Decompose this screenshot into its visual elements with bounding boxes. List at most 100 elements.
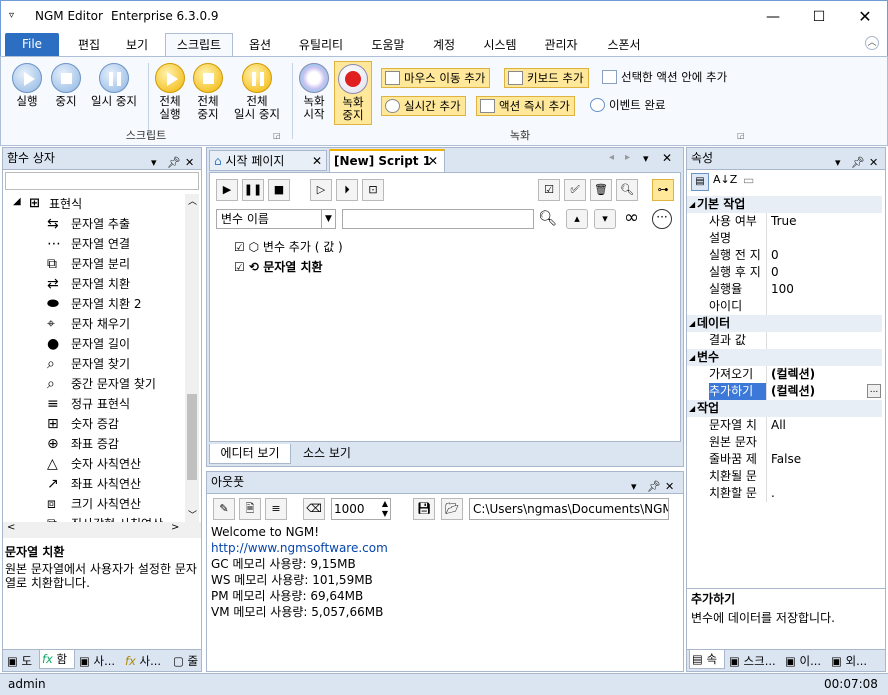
property-value[interactable]: All (771, 417, 786, 434)
eraser-icon[interactable]: ⌫ (303, 498, 325, 520)
scroll-left-icon[interactable]: < (7, 522, 15, 533)
dropdown-icon[interactable]: ▾ (835, 152, 841, 173)
property-row[interactable]: 사용 여부 True (687, 213, 882, 230)
property-value[interactable]: . (771, 485, 775, 502)
step-icon[interactable]: ▷ (310, 179, 332, 201)
stepper-arrows-icon[interactable]: ▲ ▼ (382, 499, 388, 519)
property-row[interactable]: 치환될 문 (687, 468, 882, 485)
tab-sponsor[interactable]: 스폰서 (597, 34, 651, 56)
record-stop-button[interactable]: 녹화 중지 (334, 61, 372, 125)
tab-help[interactable]: 도움말 (361, 34, 415, 56)
move-up-icon[interactable]: ▴ (566, 209, 588, 229)
property-row[interactable]: 원본 문자 (687, 434, 882, 451)
prev-tab-icon[interactable]: ◂ (609, 152, 614, 163)
property-pages-icon[interactable]: ▭ (743, 173, 754, 187)
stop-button[interactable]: 중지 (47, 63, 85, 108)
property-value[interactable]: 100 (771, 281, 794, 298)
website-link[interactable]: http://www.ngmsoftware.com (211, 541, 388, 555)
keyboard-add-button[interactable]: 키보드 추가 (504, 68, 589, 88)
property-value[interactable]: False (771, 451, 801, 468)
step-into-icon[interactable]: ⏵ (336, 179, 358, 201)
dialog-launcher-icon[interactable]: ◲ (737, 131, 745, 140)
checkbox-icon[interactable]: ☑ (234, 260, 245, 274)
tab-utility[interactable]: 유틸리티 (289, 34, 353, 56)
tab-script-1[interactable]: [New] Script 1 ✕ (329, 149, 445, 172)
tab-start-page[interactable]: ⌂ 시작 페이지 ✕ (209, 150, 327, 171)
pause-all-button[interactable]: 전체 일시 중지 (227, 63, 287, 121)
property-row[interactable]: 결과 값 (687, 332, 882, 349)
pin-icon[interactable]: 📌︎ (167, 152, 181, 173)
line-count-stepper[interactable]: 1000 ▲ ▼ (331, 498, 391, 520)
property-row[interactable]: 가져오기 (컬렉션) (687, 366, 882, 383)
left-tab-0[interactable]: ▣ 도 (5, 652, 37, 671)
right-tab-2[interactable]: ▣ 이... (783, 652, 827, 671)
mouse-move-add-button[interactable]: 마우스 이동 추가 (381, 68, 491, 88)
variable-search-input[interactable] (342, 209, 534, 229)
editor-view-tab[interactable]: 에디터 보기 (209, 444, 291, 464)
move-down-icon[interactable]: ▾ (594, 209, 616, 229)
property-value[interactable]: (컬렉션) (771, 383, 815, 400)
scroll-right-icon[interactable]: > (171, 522, 179, 533)
property-row[interactable]: 문자열 치 All (687, 417, 882, 434)
file-tab[interactable]: File (5, 33, 59, 56)
ellipsis-button[interactable]: ... (867, 384, 881, 398)
tab-script[interactable]: 스크립트 (165, 33, 233, 57)
property-value[interactable]: True (771, 213, 797, 230)
property-row[interactable]: 실행 전 지0 (687, 247, 882, 264)
run-button[interactable]: 실행 (7, 63, 47, 108)
tab-edit[interactable]: 편집 (67, 34, 111, 56)
left-tab-2[interactable]: ▣ 사... (77, 652, 121, 671)
system-menu-icon[interactable]: ▿ (9, 10, 14, 21)
search-icon[interactable]: 🔍︎ (538, 209, 557, 227)
step-over-icon[interactable]: ⊡ (362, 179, 384, 201)
record-start-button[interactable]: 녹화 시작 (295, 63, 333, 121)
save-icon[interactable]: 💾︎ (413, 498, 435, 520)
folder-icon[interactable]: 📂︎ (441, 498, 463, 520)
pause-icon[interactable]: ❚❚ (242, 179, 264, 201)
variable-name-dropdown[interactable]: 변수 이름 ▼ (216, 209, 336, 229)
tab-options[interactable]: 옵션 (237, 34, 283, 56)
action-immediate-add-button[interactable]: 액션 즉시 추가 (476, 96, 575, 116)
tab-list-icon[interactable]: ▾ (643, 152, 649, 165)
right-tab-0[interactable]: ▤ 속 (689, 650, 725, 669)
dropdown-icon[interactable]: ▾ (631, 476, 637, 497)
left-tab-3[interactable]: fx 사... (123, 652, 169, 671)
add-in-action-button[interactable]: 선택한 액션 안에 추가 (599, 68, 731, 88)
collapse-icon[interactable]: ◢ (689, 196, 695, 213)
close-tab-icon[interactable]: ✕ (312, 151, 322, 171)
function-search-input[interactable] (5, 172, 199, 190)
collapse-icon[interactable]: ◢ (13, 196, 21, 207)
script-item-1[interactable]: ☑ ⟲ 문자열 치환 (234, 257, 323, 277)
checkbox-icon[interactable]: ☑ (234, 240, 245, 254)
right-tab-3[interactable]: ▣ 외... (829, 652, 883, 671)
minimize-icon[interactable]: — (750, 1, 796, 33)
play-icon[interactable]: ▶ (216, 179, 238, 201)
dropdown-icon[interactable]: ▾ (151, 152, 157, 173)
collapse-ribbon-icon[interactable]: ︿ (865, 36, 879, 50)
stop-all-button[interactable]: 전체 중지 (189, 63, 227, 121)
property-row[interactable]: 설명 (687, 230, 882, 247)
tree-scrollbar[interactable]: ︿ ﹀ (185, 194, 199, 522)
more-icon[interactable]: ··· (652, 209, 672, 229)
scroll-up-icon[interactable]: ︿ (188, 194, 197, 207)
right-tab-1[interactable]: ▣ 스크... (727, 652, 781, 671)
delete-icon[interactable]: 🗑︎ (590, 179, 612, 201)
check-icon[interactable]: ✅︎ (564, 179, 586, 201)
check-all-icon[interactable]: ☑ (538, 179, 560, 201)
zoom-icon[interactable]: 🔍︎ (616, 179, 638, 201)
source-view-tab[interactable]: 소스 보기 (291, 444, 363, 464)
collapse-icon[interactable]: ◢ (689, 400, 695, 417)
loop-icon[interactable]: ∞ (624, 207, 639, 228)
script-item-0[interactable]: ☑ ⬡ 변수 추가 ( 값 ) (234, 237, 343, 257)
close-panel-icon[interactable]: ✕ (869, 152, 878, 173)
chevron-down-icon[interactable]: ▼ (321, 210, 335, 228)
close-icon[interactable]: ✕ (842, 1, 888, 33)
tree-view-icon[interactable]: ⊶ (652, 179, 674, 201)
maximize-icon[interactable]: ☐ (796, 1, 842, 33)
tab-admin[interactable]: 관리자 (533, 34, 589, 56)
scroll-thumb[interactable] (187, 394, 197, 480)
pause-button[interactable]: 일시 중지 (85, 63, 143, 108)
categorized-icon[interactable]: ▤ (691, 173, 709, 191)
scroll-down-icon[interactable]: ﹀ (188, 508, 197, 521)
property-row[interactable]: 치환할 문. (687, 485, 882, 502)
